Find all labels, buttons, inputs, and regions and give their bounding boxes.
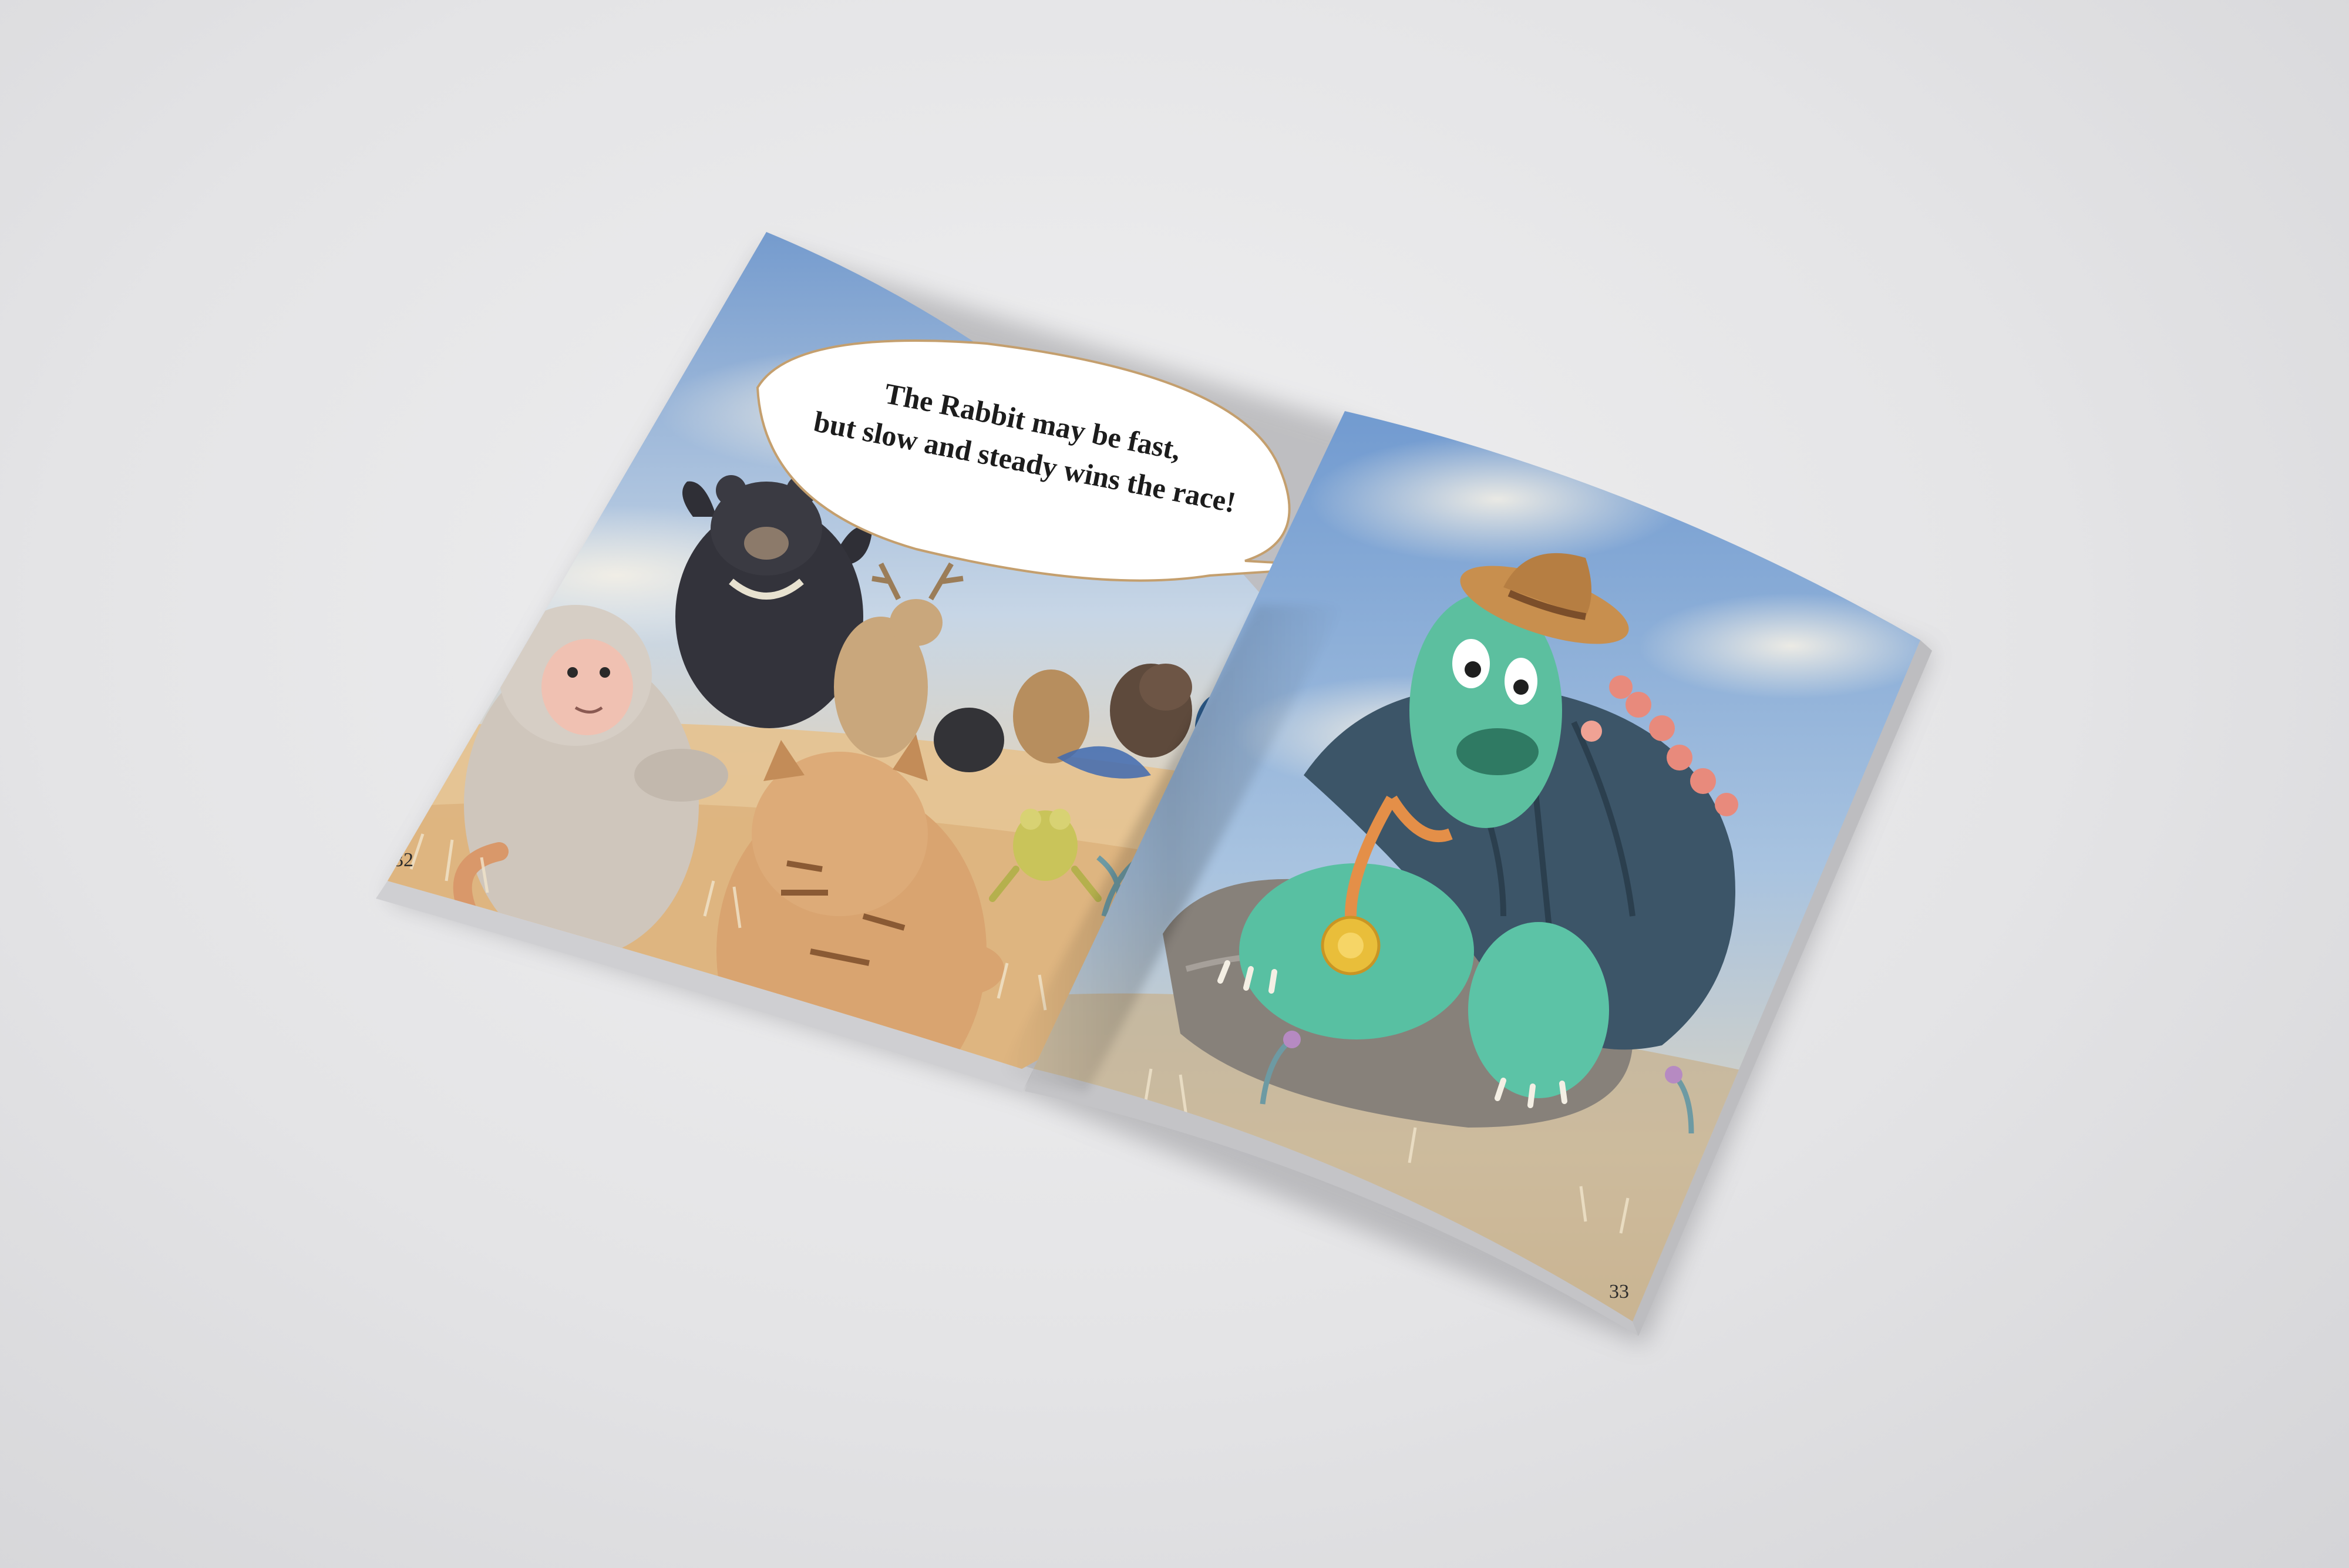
right-page-number: 33 [1609, 1281, 1629, 1303]
left-page-number: 32 [393, 849, 413, 871]
book-mockup-scene: 32 The Rabbit may be fast, but slow and … [376, 232, 1932, 1345]
